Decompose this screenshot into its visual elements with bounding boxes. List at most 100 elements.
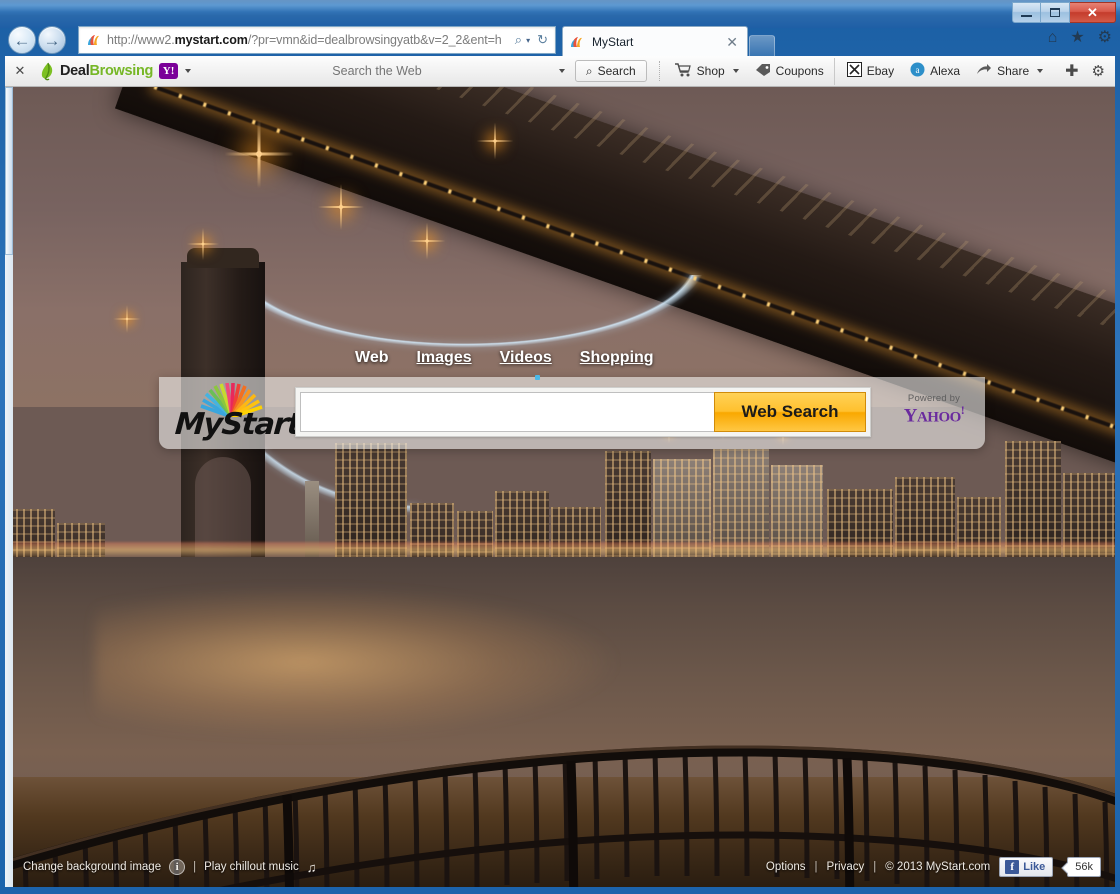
tab-strip: MyStart ✕ <box>562 26 775 56</box>
maximize-button[interactable] <box>1041 2 1070 23</box>
mystart-search-panel: MyStart Web Search Powered by YAHOO! <box>159 377 985 449</box>
toolbar-close-button[interactable]: ✕ <box>5 63 35 79</box>
nav-link-web[interactable]: Web <box>355 349 388 367</box>
coupons-label: Coupons <box>775 64 824 78</box>
address-bar[interactable]: http://www2.mystart.com/?pr=vmn&id=dealb… <box>78 26 556 54</box>
options-link[interactable]: Options <box>766 861 806 873</box>
browser-window: ✕ ← → http://www2.mystart.com/?pr=vmn&id… <box>0 0 1120 894</box>
mystart-wordmark: MyStart <box>173 407 302 442</box>
toolbar-right-icons: ✚ ⚙ <box>1051 61 1115 81</box>
forward-button[interactable]: → <box>38 26 66 54</box>
mystart-logo[interactable]: MyStart <box>169 381 301 445</box>
light-flare-icon <box>339 205 343 209</box>
toolbar-search-group <box>198 55 575 87</box>
toolbar-search-label: Search <box>597 64 636 78</box>
tab-title: MyStart <box>592 34 634 49</box>
command-bar: ⌂ ★ ⚙ <box>1048 30 1112 46</box>
toolbar-ebay-button[interactable]: Ebay <box>839 58 902 85</box>
mystart-favicon-icon <box>86 32 102 48</box>
powered-by-yahoo: Powered by YAHOO! <box>889 393 979 427</box>
footer-divider: | <box>814 861 818 873</box>
page-viewport: Web Images Videos Shopping MyStart Web S… <box>5 87 1115 887</box>
chevron-down-icon[interactable]: ▾ <box>525 36 534 45</box>
light-flare-icon <box>125 317 129 321</box>
scrollbar-thumb[interactable] <box>5 87 13 255</box>
alexa-icon: a <box>910 62 925 80</box>
dealbrowsing-wordmark: DealBrowsing <box>60 63 154 79</box>
toolbar-search-input[interactable] <box>198 55 556 87</box>
svg-text:a: a <box>916 65 920 75</box>
toolbar-share-button[interactable]: Share <box>968 58 1051 85</box>
close-button[interactable]: ✕ <box>1070 2 1116 23</box>
search-category-nav: Web Images Videos Shopping <box>355 349 654 380</box>
nav-link-images[interactable]: Images <box>416 349 471 367</box>
add-plus-icon[interactable]: ✚ <box>1065 61 1078 81</box>
light-flare-icon <box>201 242 205 246</box>
forward-arrow-icon: → <box>43 30 61 50</box>
waterfront-road-lights <box>5 542 1115 558</box>
back-button[interactable]: ← <box>8 26 36 54</box>
page-footer: Change background image i | Play chillou… <box>5 847 1115 887</box>
background-photo <box>5 87 1115 887</box>
toolbar-shortcuts-group: Ebay a Alexa Share <box>833 57 1051 85</box>
copyright-text: © 2013 MyStart.com <box>885 861 991 873</box>
info-icon[interactable]: i <box>169 859 186 875</box>
minimize-button[interactable] <box>1012 2 1041 23</box>
back-arrow-icon: ← <box>13 30 31 50</box>
new-tab-button[interactable] <box>749 35 775 56</box>
nav-link-shopping[interactable]: Shopping <box>580 349 654 367</box>
close-icon: ✕ <box>1087 4 1098 20</box>
facebook-icon: f <box>1005 860 1020 874</box>
web-search-input[interactable] <box>300 392 714 432</box>
like-count-badge: 56k <box>1067 857 1101 877</box>
footer-right-group: Options | Privacy | © 2013 MyStart.com f… <box>766 857 1115 877</box>
nav-active-marker <box>535 375 540 380</box>
home-icon[interactable]: ⌂ <box>1048 30 1058 46</box>
address-text: http://www2.mystart.com/?pr=vmn&id=dealb… <box>107 33 502 47</box>
search-in-page-icon[interactable]: ⌕ <box>512 32 525 48</box>
web-search-box: Web Search <box>295 387 871 437</box>
maximize-icon <box>1050 8 1060 17</box>
music-note-icon[interactable]: ♫ <box>307 860 317 875</box>
tools-gear-icon[interactable]: ⚙ <box>1098 30 1112 46</box>
shopping-cart-icon <box>674 62 692 80</box>
toolbar-shop-button[interactable]: Shop <box>666 58 747 85</box>
dealbrowsing-brand[interactable]: DealBrowsing Y! <box>35 62 192 81</box>
tab-close-icon[interactable]: ✕ <box>723 35 741 49</box>
footer-divider: | <box>873 861 877 873</box>
refresh-icon[interactable]: ↻ <box>534 32 551 48</box>
alexa-label: Alexa <box>930 64 961 78</box>
window-controls: ✕ <box>1012 2 1116 23</box>
chevron-down-icon <box>732 69 739 73</box>
yahoo-wordmark: YAHOO! <box>903 403 965 427</box>
change-background-link[interactable]: Change background image <box>23 861 161 873</box>
play-music-link[interactable]: Play chillout music <box>204 861 299 873</box>
footer-divider: | <box>193 861 197 873</box>
dealbrowsing-toolbar: ✕ DealBrowsing Y! ⌕ Search <box>5 55 1115 87</box>
vertical-scrollbar[interactable] <box>5 87 13 887</box>
toolbar-search-button[interactable]: ⌕ Search <box>574 60 647 82</box>
navigation-bar: ← → http://www2.mystart.com/?pr=vmn&id=d… <box>0 0 1120 56</box>
facebook-like-button[interactable]: f Like <box>999 857 1054 877</box>
light-flare-icon <box>425 239 429 243</box>
light-flare-icon <box>493 139 497 143</box>
web-search-button[interactable]: Web Search <box>714 392 866 432</box>
toolbar-coupons-button[interactable]: Coupons <box>747 58 832 85</box>
toolbar-alexa-button[interactable]: a Alexa <box>902 58 968 85</box>
chevron-down-icon[interactable] <box>185 69 192 73</box>
leaf-icon <box>39 62 56 81</box>
chevron-down-icon[interactable] <box>558 69 565 73</box>
yahoo-badge-icon[interactable]: Y! <box>159 63 179 79</box>
minimize-icon <box>1021 14 1032 17</box>
tab-mystart[interactable]: MyStart ✕ <box>562 26 748 56</box>
toolbar-divider <box>658 61 660 81</box>
footer-left-group: Change background image i | Play chillou… <box>5 859 316 875</box>
privacy-link[interactable]: Privacy <box>827 861 865 873</box>
gear-icon[interactable]: ⚙ <box>1092 62 1105 80</box>
favorites-star-icon[interactable]: ★ <box>1070 30 1084 46</box>
ebay-icon <box>846 62 862 80</box>
share-arrow-icon <box>976 63 992 79</box>
nav-link-videos[interactable]: Videos <box>500 349 552 367</box>
like-label: Like <box>1023 861 1046 873</box>
light-flare-icon <box>256 151 262 157</box>
